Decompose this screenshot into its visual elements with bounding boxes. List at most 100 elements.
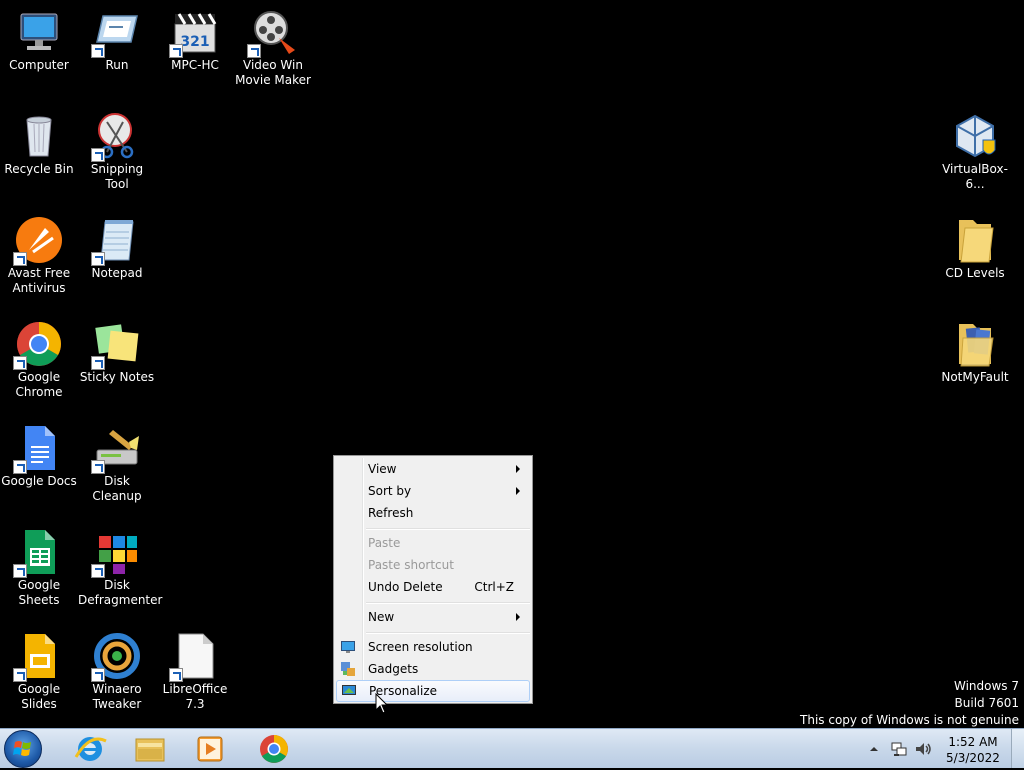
shortcut-arrow-icon [13, 668, 27, 682]
mouse-pointer-icon [375, 692, 389, 715]
notepad-icon [91, 216, 141, 266]
disk-cleanup-icon [91, 424, 141, 474]
desktop-icon-video-win-movie-maker[interactable]: Video Win Movie Maker [234, 8, 312, 88]
computer-icon [15, 8, 63, 56]
desktop-icon-label: Recycle Bin [4, 162, 74, 176]
tray-volume[interactable] [914, 740, 932, 758]
menu-item-view[interactable]: View [336, 458, 530, 480]
show-hidden-icons-button[interactable] [868, 743, 880, 755]
speaker-icon [916, 743, 931, 755]
taskbar-internet-explorer[interactable] [64, 731, 116, 767]
tray-clock[interactable]: 1:52 AM 5/3/2022 [940, 731, 1006, 767]
show-desktop-button[interactable] [1011, 729, 1024, 768]
desktop-icon-recycle-bin[interactable]: Recycle Bin [0, 112, 78, 177]
media-player-icon [197, 736, 223, 762]
google-docs-icon [13, 424, 63, 474]
run-icon [91, 8, 141, 58]
shortcut-arrow-icon [13, 356, 27, 370]
gadgets-icon [340, 661, 356, 677]
menu-separator [366, 528, 530, 530]
desktop-icon-libreoffice[interactable]: LibreOffice 7.3 [156, 632, 234, 712]
explorer-folder-icon [135, 738, 165, 762]
desktop-icon-winaero-tweaker[interactable]: Winaero Tweaker [78, 632, 156, 712]
desktop-icon-mpc-hc[interactable]: 321 MPC-HC [156, 8, 234, 73]
shortcut-arrow-icon [91, 356, 105, 370]
internet-explorer-icon [74, 737, 107, 761]
desktop-icon-label: Disk Cleanup [92, 474, 142, 503]
desktop-icon-label: LibreOffice 7.3 [162, 682, 228, 711]
desktop-icon-google-docs[interactable]: Google Docs [0, 424, 78, 489]
watermark-line-genuine: This copy of Windows is not genuine [800, 713, 1019, 727]
folder-icon [951, 216, 999, 264]
desktop-icon-label: Google Sheets [17, 578, 61, 607]
menu-item-screen-resolution[interactable]: Screen resolution [336, 636, 530, 658]
virtualbox-icon [951, 112, 999, 160]
desktop-icon-google-sheets[interactable]: Google Sheets [0, 528, 78, 608]
desktop-icon-label: Sticky Notes [79, 370, 155, 384]
taskbar-media-player[interactable] [184, 731, 236, 767]
taskbar-google-chrome[interactable] [248, 731, 300, 767]
chrome-icon [260, 735, 288, 763]
menu-item-refresh[interactable]: Refresh [336, 502, 530, 524]
desktop-icon-cd-levels[interactable]: CD Levels [936, 216, 1014, 281]
watermark-line-build: Build 7601 [954, 696, 1019, 710]
menu-item-personalize[interactable]: Personalize [336, 680, 530, 702]
menu-separator [366, 632, 530, 634]
submenu-arrow-icon [516, 487, 520, 495]
desktop-icon-snipping-tool[interactable]: Snipping Tool [78, 112, 156, 192]
submenu-arrow-icon [516, 613, 520, 621]
desktop-icon-label: Winaero Tweaker [92, 682, 142, 711]
taskbar-windows-explorer[interactable] [124, 731, 176, 767]
menu-separator [366, 602, 530, 604]
shortcut-arrow-icon [13, 252, 27, 266]
submenu-arrow-icon [516, 465, 520, 473]
tray-network[interactable] [890, 740, 908, 758]
desktop-icon-virtualbox[interactable]: VirtualBox-6... [936, 112, 1014, 192]
desktop-icon-disk-cleanup[interactable]: Disk Cleanup [78, 424, 156, 504]
desktop-icon-google-slides[interactable]: Google Slides [0, 632, 78, 712]
desktop-icon-label: Disk Defragmenter [78, 578, 163, 607]
menu-item-sort-by[interactable]: Sort by [336, 480, 530, 502]
shortcut-arrow-icon [91, 44, 105, 58]
desktop-icon-label: CD Levels [945, 266, 1005, 280]
desktop-icon-notmyfault[interactable]: NotMyFault [936, 320, 1014, 385]
shortcut-arrow-icon [169, 44, 183, 58]
desktop-icon-avast[interactable]: Avast Free Antivirus [0, 216, 78, 296]
winaero-tweaker-icon [91, 632, 141, 682]
desktop-context-menu: View Sort by Refresh Paste Paste shortcu… [333, 455, 533, 704]
shortcut-arrow-icon [91, 668, 105, 682]
shortcut-arrow-icon [91, 460, 105, 474]
svg-text:321: 321 [180, 34, 209, 50]
desktop-icon-label: Notepad [91, 266, 143, 280]
desktop-icon-disk-defragmenter[interactable]: Disk Defragmenter [78, 528, 163, 608]
sticky-notes-icon [91, 320, 141, 370]
desktop-icon-label: NotMyFault [941, 370, 1009, 384]
folder-icon [951, 320, 999, 368]
personalize-icon [341, 683, 357, 699]
desktop-icon-sticky-notes[interactable]: Sticky Notes [78, 320, 156, 385]
menu-item-label: Paste [368, 536, 401, 550]
desktop-icon-label: Video Win Movie Maker [235, 58, 311, 87]
menu-item-gadgets[interactable]: Gadgets [336, 658, 530, 680]
desktop-icon-computer[interactable]: Computer [0, 8, 78, 73]
menu-item-new[interactable]: New [336, 606, 530, 628]
menu-item-undo-delete[interactable]: Undo Delete Ctrl+Z [336, 576, 530, 598]
menu-item-label: Paste shortcut [368, 558, 454, 572]
menu-item-label: Undo Delete [368, 580, 443, 594]
shortcut-arrow-icon [91, 564, 105, 578]
clock-date: 5/3/2022 [946, 751, 1000, 765]
desktop-icon-run[interactable]: Run [78, 8, 156, 73]
start-button[interactable] [4, 730, 42, 768]
shortcut-arrow-icon [91, 148, 105, 162]
shortcut-arrow-icon [169, 668, 183, 682]
chevron-up-icon [870, 747, 878, 751]
screen-resolution-icon [340, 639, 356, 655]
shortcut-arrow-icon [13, 460, 27, 474]
avast-icon [13, 216, 63, 266]
desktop-icon-google-chrome[interactable]: Google Chrome [0, 320, 78, 400]
desktop-icon-notepad[interactable]: Notepad [78, 216, 156, 281]
snipping-tool-icon [91, 112, 141, 162]
mpc-hc-icon: 321 [169, 8, 219, 58]
menu-item-shortcut: Ctrl+Z [474, 580, 514, 594]
desktop-icon-label: Avast Free Antivirus [7, 266, 71, 295]
